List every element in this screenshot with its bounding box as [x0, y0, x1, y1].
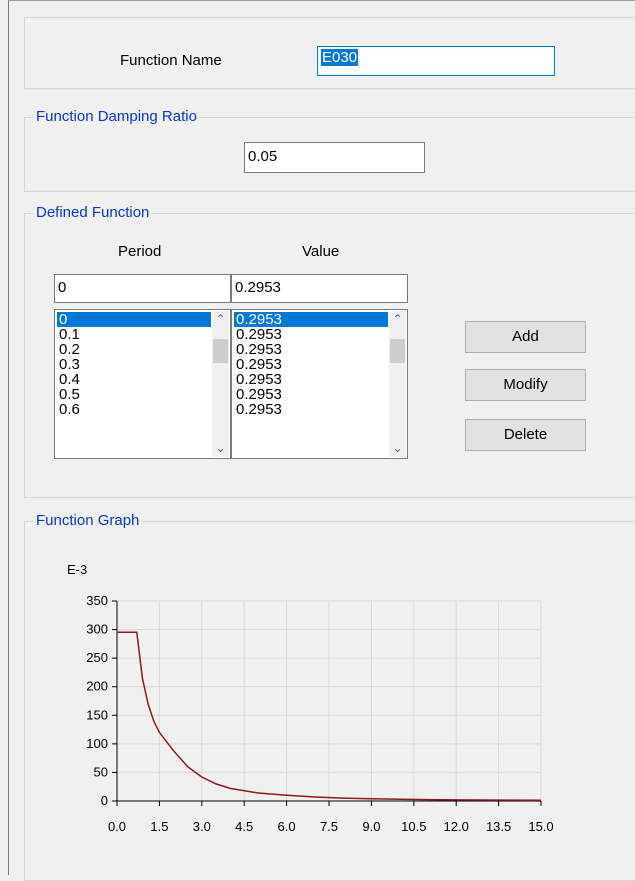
value-input[interactable]: 0.2953 — [231, 274, 408, 303]
scroll-thumb[interactable] — [213, 339, 228, 363]
chevron-up-icon[interactable]: ⌃ — [389, 311, 406, 328]
window-top-border — [8, 0, 635, 1]
defined-function-group: Defined Function Period Value 0 0.2953 0… — [24, 204, 635, 498]
delete-button[interactable]: Delete — [465, 419, 586, 451]
function-graph-group-title: Function Graph — [33, 512, 143, 530]
value-list[interactable]: 0.2953 0.2953 0.2953 0.2953 0.2953 0.2953 0.29… — [231, 309, 408, 459]
period-list-item[interactable]: 0.5 — [57, 387, 211, 402]
function-graph-group: Function Graph — [24, 512, 635, 881]
value-list-item[interactable]: 0.2953 — [234, 312, 388, 327]
value-column-header: Value — [302, 243, 340, 260]
value-list-item[interactable]: 0.2953 — [234, 357, 388, 372]
damping-ratio-value: 0.05 — [248, 148, 278, 165]
function-name-group: Function Name E030 — [24, 17, 635, 89]
period-list-item[interactable]: 0.4 — [57, 372, 211, 387]
chevron-down-icon[interactable]: ⌄ — [212, 440, 229, 457]
period-list-item[interactable]: 0.3 — [57, 357, 211, 372]
function-name-input[interactable]: E030 — [317, 46, 555, 76]
period-list-item[interactable]: 0.2 — [57, 342, 211, 357]
chevron-up-icon[interactable]: ⌃ — [212, 311, 229, 328]
damping-ratio-input[interactable]: 0.05 — [244, 142, 425, 173]
value-list-item[interactable]: 0.2953 — [234, 342, 388, 357]
defined-function-group-title: Defined Function — [33, 204, 153, 222]
period-list-item[interactable]: 0.6 — [57, 402, 211, 417]
value-list-item[interactable]: 0.2953 — [234, 402, 388, 417]
chevron-down-icon[interactable]: ⌄ — [389, 440, 406, 457]
value-list-item[interactable]: 0.2953 — [234, 327, 388, 342]
modify-button[interactable]: Modify — [465, 369, 586, 401]
damping-group: Function Damping Ratio 0.05 — [24, 108, 635, 192]
period-input-value: 0 — [58, 279, 67, 296]
function-name-label: Function Name — [120, 52, 222, 69]
value-list-item[interactable]: 0.2953 — [234, 372, 388, 387]
period-list-item[interactable]: 0 — [57, 312, 211, 327]
period-list-scrollbar[interactable]: ⌃ ⌄ — [212, 311, 229, 457]
value-list-item[interactable]: 0.2953 — [234, 387, 388, 402]
damping-group-title: Function Damping Ratio — [33, 108, 200, 126]
period-column-header: Period — [118, 243, 162, 260]
scroll-thumb[interactable] — [390, 339, 405, 363]
period-input[interactable]: 0 — [54, 274, 231, 303]
period-list[interactable]: 0 0.1 0.2 0.3 0.4 0.5 0.6 ⌃ ⌄ — [54, 309, 231, 459]
value-list-scrollbar[interactable]: ⌃ ⌄ — [389, 311, 406, 457]
function-name-value: E030 — [321, 49, 359, 66]
add-button[interactable]: Add — [465, 321, 586, 353]
period-list-item[interactable]: 0.1 — [57, 327, 211, 342]
value-input-value: 0.2953 — [235, 279, 281, 296]
window-left-border — [8, 0, 9, 875]
